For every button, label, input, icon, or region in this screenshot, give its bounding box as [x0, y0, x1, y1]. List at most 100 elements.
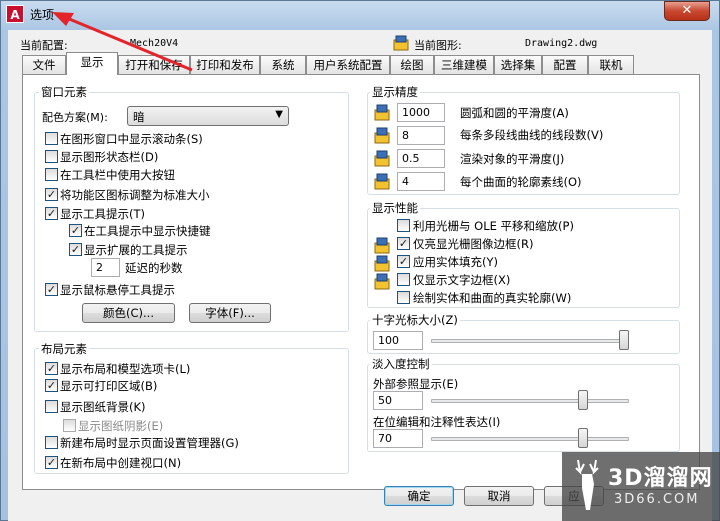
- checkbox-scroll-bars[interactable]: [45, 132, 58, 145]
- layout-elements-title: 布局元素: [39, 341, 89, 357]
- display-resolution-title: 显示精度: [370, 84, 420, 100]
- rendered-smoothness-label: 渲染对象的平滑度(J): [460, 152, 565, 166]
- delay-seconds-label: 延迟的秒数: [125, 261, 183, 275]
- tab-user-preferences[interactable]: 用户系统配置: [306, 55, 390, 74]
- rendered-smoothness-input[interactable]: 0.5: [397, 149, 445, 168]
- checkbox-label: 利用光栅与 OLE 平移和缩放(P): [413, 219, 574, 233]
- checkbox-large-buttons[interactable]: [45, 168, 58, 181]
- crosshair-size-title: 十字光标大小(Z): [370, 312, 460, 328]
- tab-online[interactable]: 联机: [588, 55, 634, 74]
- xref-fade-slider-track[interactable]: [431, 399, 629, 403]
- tab-display[interactable]: 显示: [66, 52, 118, 75]
- checkbox-label: 在图形窗口中显示滚动条(S): [60, 132, 203, 146]
- xref-fade-input[interactable]: 50: [373, 391, 423, 410]
- checkbox-label: 显示可打印区域(B): [60, 379, 158, 393]
- drawing-saved-icon: [374, 237, 390, 254]
- drawing-saved-icon: [374, 173, 390, 190]
- checkbox-label: 仅亮显光栅图像边框(R): [413, 237, 534, 251]
- checkbox-label: 新建布局时显示页面设置管理器(G): [60, 436, 239, 450]
- fade-control-title: 淡入度控制: [370, 356, 432, 372]
- xref-display-label: 外部参照显示(E): [373, 377, 459, 391]
- checkbox-solid-fill[interactable]: ✓: [397, 255, 410, 268]
- chevron-down-icon: ▼: [275, 109, 283, 120]
- checkbox-label: 应用实体填充(Y): [413, 255, 498, 269]
- checkbox-shortcut-keys[interactable]: ✓: [69, 224, 82, 237]
- checkbox-raster-ole-pan-zoom[interactable]: [397, 219, 410, 232]
- tab-selection[interactable]: 选择集: [494, 55, 542, 74]
- tab-drafting[interactable]: 绘图: [390, 55, 434, 74]
- checkbox-label: 绘制实体和曲面的真实轮廓(W): [413, 291, 572, 305]
- checkbox-text-frame-only[interactable]: [397, 273, 410, 286]
- window-elements-title: 窗口元素: [39, 84, 89, 100]
- colors-button[interactable]: 颜色(C)...: [82, 303, 175, 323]
- arc-smoothness-label: 圆弧和圆的平滑度(A): [460, 106, 569, 120]
- xref-fade-slider-thumb[interactable]: [577, 390, 588, 410]
- tab-files[interactable]: 文件: [22, 55, 66, 74]
- checkbox-rollover-tooltips[interactable]: ✓: [45, 283, 58, 296]
- checkbox-label: 仅显示文字边框(X): [413, 273, 511, 287]
- current-profile-value: Mech20V4: [130, 38, 179, 49]
- checkbox-label: 在工具栏中使用大按钮: [60, 168, 175, 182]
- tab-plot-publish[interactable]: 打印和发布: [190, 55, 260, 74]
- color-scheme-label: 配色方案(M):: [42, 111, 108, 124]
- checkbox-extended-tooltips[interactable]: ✓: [69, 243, 82, 256]
- drawing-saved-icon: [374, 273, 390, 290]
- tab-3d-modeling[interactable]: 三维建模: [434, 55, 494, 74]
- polyline-segments-input[interactable]: 8: [397, 126, 445, 145]
- checkbox-show-tooltips[interactable]: ✓: [45, 207, 58, 220]
- checkbox-layout-model-tabs[interactable]: ✓: [45, 362, 58, 375]
- drawing-saved-icon: [374, 127, 390, 144]
- autocad-icon: A: [6, 5, 24, 23]
- drawing-icon: [393, 35, 409, 51]
- checkbox-create-viewport[interactable]: ✓: [45, 456, 58, 469]
- inplace-fade-slider-thumb[interactable]: [577, 428, 588, 448]
- current-profile-label: 当前配置:: [20, 39, 68, 52]
- crosshair-size-input[interactable]: 100: [373, 331, 423, 350]
- contour-lines-label: 每个曲面的轮廓素线(O): [460, 175, 582, 189]
- drawing-saved-icon: [374, 150, 390, 167]
- window-title: 选项: [30, 8, 55, 22]
- contour-lines-input[interactable]: 4: [397, 172, 445, 191]
- checkbox-page-setup-manager[interactable]: [45, 436, 58, 449]
- fonts-button[interactable]: 字体(F)...: [189, 303, 271, 323]
- checkbox-label: 显示图纸阴影(E): [78, 419, 164, 433]
- checkbox-label: 显示鼠标悬停工具提示: [60, 283, 175, 297]
- watermark-subtext: 3D66.COM: [614, 492, 700, 507]
- tab-profiles[interactable]: 配置: [542, 55, 588, 74]
- cancel-button[interactable]: 取消: [464, 486, 534, 506]
- checkbox-paper-shadow[interactable]: [63, 419, 76, 432]
- checkbox-label: 显示图纸背景(K): [60, 400, 146, 414]
- drawing-saved-icon: [374, 255, 390, 272]
- drawing-saved-icon: [374, 104, 390, 121]
- checkbox-label: 在新布局中创建视口(N): [60, 456, 182, 470]
- title-bar[interactable]: A 选项 ✕: [0, 0, 720, 30]
- deer-logo-icon: [575, 459, 599, 510]
- tab-open-save[interactable]: 打开和保存: [118, 55, 190, 74]
- polyline-segments-label: 每条多段线曲线的线段数(V): [460, 128, 604, 142]
- checkbox-status-bar[interactable]: [45, 150, 58, 163]
- close-button[interactable]: ✕: [664, 1, 710, 21]
- crosshair-slider-track[interactable]: [431, 339, 629, 343]
- checkbox-true-silhouettes[interactable]: [397, 291, 410, 304]
- current-drawing-label: 当前图形:: [414, 39, 462, 52]
- color-scheme-value: 暗: [133, 110, 145, 124]
- color-scheme-select[interactable]: 暗 ▼: [127, 106, 289, 126]
- checkbox-label: 显示布局和模型选项卡(L): [60, 362, 191, 376]
- checkbox-paper-background[interactable]: [45, 400, 58, 413]
- tab-system[interactable]: 系统: [260, 55, 306, 74]
- checkbox-label: 显示图形状态栏(D): [60, 150, 159, 164]
- arc-smoothness-input[interactable]: 1000: [397, 103, 445, 122]
- checkbox-raster-frame-only[interactable]: ✓: [397, 237, 410, 250]
- inplace-fade-input[interactable]: 70: [373, 429, 423, 448]
- inplace-edit-label: 在位编辑和注释性表达(I): [373, 415, 501, 429]
- current-drawing-value: Drawing2.dwg: [525, 38, 598, 49]
- checkbox-label: 显示工具提示(T): [60, 207, 145, 221]
- checkbox-label: 在工具提示中显示快捷键: [84, 224, 211, 238]
- delay-seconds-input[interactable]: 2: [91, 258, 120, 277]
- crosshair-slider-thumb[interactable]: [619, 330, 629, 350]
- checkbox-printable-area[interactable]: ✓: [45, 379, 58, 392]
- checkbox-label: 显示扩展的工具提示: [84, 243, 188, 257]
- checkbox-ribbon-icons[interactable]: ✓: [45, 188, 58, 201]
- ok-button[interactable]: 确定: [384, 486, 454, 506]
- inplace-fade-slider-track[interactable]: [431, 437, 629, 441]
